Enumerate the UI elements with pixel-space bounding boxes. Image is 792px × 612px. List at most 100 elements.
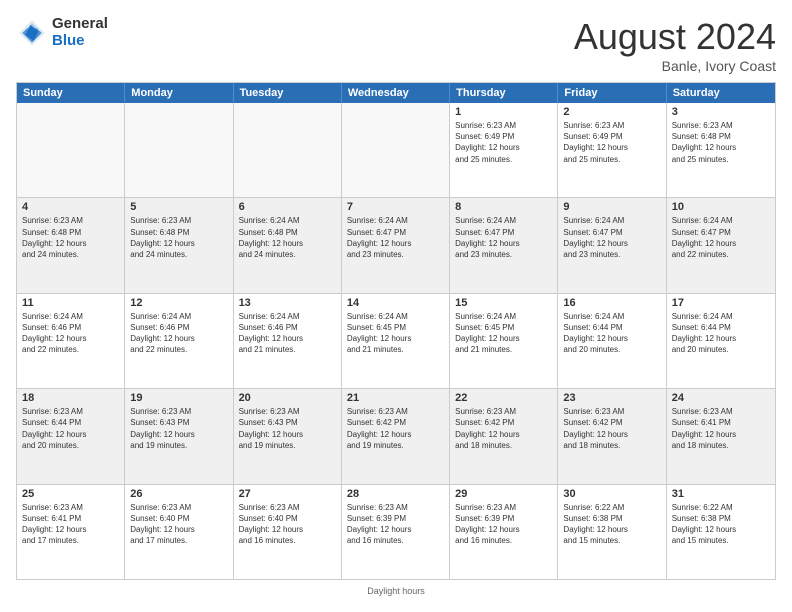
cal-header-day: Thursday [450,83,558,103]
day-info: Sunrise: 6:23 AM Sunset: 6:48 PM Dayligh… [130,215,227,260]
calendar-body: 1 Sunrise: 6:23 AM Sunset: 6:49 PM Daylig… [17,103,775,579]
cal-header-day: Wednesday [342,83,450,103]
calendar-row: 25Sunrise: 6:23 AM Sunset: 6:41 PM Dayli… [17,485,775,579]
logo-icon [16,17,48,49]
day-number: 30 [563,488,660,500]
cal-cell: 10 Sunrise: 6:24 AM Sunset: 6:47 PM Dayli… [667,198,775,292]
cal-cell: 7Sunrise: 6:24 AM Sunset: 6:47 PM Daylig… [342,198,450,292]
month-title: August 2024 [574,16,776,58]
day-info: Sunrise: 6:23 AM Sunset: 6:39 PM Dayligh… [455,502,552,547]
day-number: 23 [563,392,660,404]
day-number: 9 [563,201,660,213]
cal-cell: 5 Sunrise: 6:23 AM Sunset: 6:48 PM Daylig… [125,198,233,292]
day-info: Sunrise: 6:23 AM Sunset: 6:42 PM Dayligh… [563,406,660,451]
day-number: 5 [130,201,227,213]
day-number: 3 [672,106,770,118]
day-info: Sunrise: 6:23 AM Sunset: 6:48 PM Dayligh… [22,215,119,260]
calendar-row: 1 Sunrise: 6:23 AM Sunset: 6:49 PM Daylig… [17,103,775,198]
day-number: 11 [22,297,119,309]
day-info: Sunrise: 6:24 AM Sunset: 6:46 PM Dayligh… [22,311,119,356]
calendar-row: 11 Sunrise: 6:24 AM Sunset: 6:46 PM Dayli… [17,294,775,389]
day-info: Sunrise: 6:23 AM Sunset: 6:41 PM Dayligh… [672,406,770,451]
day-number: 22 [455,392,552,404]
day-info: Sunrise: 6:24 AM Sunset: 6:44 PM Dayligh… [672,311,770,356]
cal-cell: 21 Sunrise: 6:23 AM Sunset: 6:42 PM Dayli… [342,389,450,483]
day-info: Sunrise: 6:24 AM Sunset: 6:47 PM Dayligh… [347,215,444,260]
day-number: 2 [563,106,660,118]
cal-cell: 24 Sunrise: 6:23 AM Sunset: 6:41 PM Dayli… [667,389,775,483]
cal-cell: 1 Sunrise: 6:23 AM Sunset: 6:49 PM Daylig… [450,103,558,197]
cal-cell: 12 Sunrise: 6:24 AM Sunset: 6:46 PM Dayli… [125,294,233,388]
day-number: 17 [672,297,770,309]
day-number: 26 [130,488,227,500]
cal-cell: 2Sunrise: 6:23 AM Sunset: 6:49 PM Daylig… [558,103,666,197]
cal-cell: 27 Sunrise: 6:23 AM Sunset: 6:40 PM Dayli… [234,485,342,579]
day-info: Sunrise: 6:23 AM Sunset: 6:40 PM Dayligh… [130,502,227,547]
day-number: 14 [347,297,444,309]
cal-header-day: Tuesday [234,83,342,103]
calendar-row: 4 Sunrise: 6:23 AM Sunset: 6:48 PM Daylig… [17,198,775,293]
cal-cell: 19 Sunrise: 6:23 AM Sunset: 6:43 PM Dayli… [125,389,233,483]
day-info: Sunrise: 6:24 AM Sunset: 6:45 PM Dayligh… [347,311,444,356]
cal-cell: 6Sunrise: 6:24 AM Sunset: 6:48 PM Daylig… [234,198,342,292]
cal-cell: 13Sunrise: 6:24 AM Sunset: 6:46 PM Dayli… [234,294,342,388]
cal-cell [234,103,342,197]
calendar-header: SundayMondayTuesdayWednesdayThursdayFrid… [17,83,775,103]
day-info: Sunrise: 6:23 AM Sunset: 6:43 PM Dayligh… [130,406,227,451]
cal-cell: 29 Sunrise: 6:23 AM Sunset: 6:39 PM Dayli… [450,485,558,579]
cal-cell: 23 Sunrise: 6:23 AM Sunset: 6:42 PM Dayli… [558,389,666,483]
day-number: 18 [22,392,119,404]
cal-cell: 26 Sunrise: 6:23 AM Sunset: 6:40 PM Dayli… [125,485,233,579]
day-info: Sunrise: 6:24 AM Sunset: 6:46 PM Dayligh… [130,311,227,356]
day-number: 24 [672,392,770,404]
day-info: Sunrise: 6:24 AM Sunset: 6:47 PM Dayligh… [455,215,552,260]
day-info: Sunrise: 6:23 AM Sunset: 6:41 PM Dayligh… [22,502,119,547]
calendar: SundayMondayTuesdayWednesdayThursdayFrid… [16,82,776,580]
cal-cell: 22 Sunrise: 6:23 AM Sunset: 6:42 PM Dayli… [450,389,558,483]
day-info: Sunrise: 6:23 AM Sunset: 6:42 PM Dayligh… [347,406,444,451]
day-number: 8 [455,201,552,213]
footer: Daylight hours [16,586,776,596]
day-number: 19 [130,392,227,404]
page: General Blue August 2024 Banle, Ivory Co… [0,0,792,612]
cal-cell: 3Sunrise: 6:23 AM Sunset: 6:48 PM Daylig… [667,103,775,197]
day-number: 20 [239,392,336,404]
day-info: Sunrise: 6:24 AM Sunset: 6:46 PM Dayligh… [239,311,336,356]
day-number: 21 [347,392,444,404]
title-block: August 2024 Banle, Ivory Coast [574,16,776,74]
header: General Blue August 2024 Banle, Ivory Co… [16,16,776,74]
logo-blue: Blue [52,32,85,49]
logo: General Blue [16,16,108,49]
cal-cell: 28Sunrise: 6:23 AM Sunset: 6:39 PM Dayli… [342,485,450,579]
cal-cell: 9Sunrise: 6:24 AM Sunset: 6:47 PM Daylig… [558,198,666,292]
day-info: Sunrise: 6:23 AM Sunset: 6:42 PM Dayligh… [455,406,552,451]
cal-cell [342,103,450,197]
day-info: Sunrise: 6:23 AM Sunset: 6:39 PM Dayligh… [347,502,444,547]
day-number: 29 [455,488,552,500]
cal-cell: 25Sunrise: 6:23 AM Sunset: 6:41 PM Dayli… [17,485,125,579]
cal-cell [17,103,125,197]
cal-cell: 8 Sunrise: 6:24 AM Sunset: 6:47 PM Daylig… [450,198,558,292]
day-info: Sunrise: 6:24 AM Sunset: 6:48 PM Dayligh… [239,215,336,260]
location-subtitle: Banle, Ivory Coast [574,58,776,74]
cal-header-day: Friday [558,83,666,103]
cal-cell: 16Sunrise: 6:24 AM Sunset: 6:44 PM Dayli… [558,294,666,388]
calendar-row: 18Sunrise: 6:23 AM Sunset: 6:44 PM Dayli… [17,389,775,484]
cal-cell: 17 Sunrise: 6:24 AM Sunset: 6:44 PM Dayli… [667,294,775,388]
cal-cell: 30Sunrise: 6:22 AM Sunset: 6:38 PM Dayli… [558,485,666,579]
cal-cell: 4 Sunrise: 6:23 AM Sunset: 6:48 PM Daylig… [17,198,125,292]
day-number: 10 [672,201,770,213]
logo-general: General [52,15,108,32]
day-info: Sunrise: 6:24 AM Sunset: 6:47 PM Dayligh… [672,215,770,260]
day-info: Sunrise: 6:23 AM Sunset: 6:49 PM Dayligh… [455,120,552,165]
cal-cell: 11 Sunrise: 6:24 AM Sunset: 6:46 PM Dayli… [17,294,125,388]
day-number: 16 [563,297,660,309]
cal-header-day: Sunday [17,83,125,103]
day-info: Sunrise: 6:24 AM Sunset: 6:45 PM Dayligh… [455,311,552,356]
day-number: 27 [239,488,336,500]
day-info: Sunrise: 6:23 AM Sunset: 6:40 PM Dayligh… [239,502,336,547]
logo-text-block: General Blue [52,16,108,49]
day-number: 12 [130,297,227,309]
day-number: 4 [22,201,119,213]
day-number: 1 [455,106,552,118]
